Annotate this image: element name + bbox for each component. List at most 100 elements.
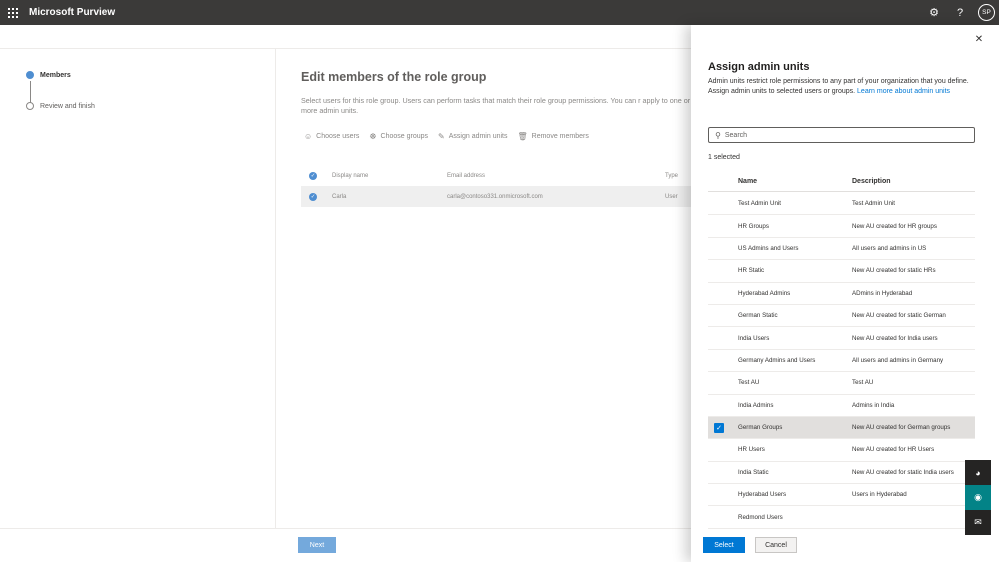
choose-users-button[interactable]: ☺ Choose users — [304, 132, 359, 141]
trash-icon: 🗑 — [517, 132, 528, 141]
admin-unit-name: HR Static — [738, 267, 765, 275]
admin-unit-description: New AU created for HR groups — [852, 222, 937, 230]
list-item[interactable]: India Static New AU created for static In… — [708, 462, 975, 485]
list-item[interactable]: Test Admin Unit Test Admin Unit — [708, 193, 975, 216]
footer-divider — [0, 528, 691, 529]
assign-admin-units-panel: ✕ Assign admin units Admin units restric… — [691, 25, 999, 562]
admin-unit-description: Test Admin Unit — [852, 200, 895, 208]
assign-admin-units-button[interactable]: ✎ Assign admin units — [438, 132, 507, 141]
column-type[interactable]: Type — [665, 168, 678, 184]
top-bar: Microsoft Purview ⚙ ? SP — [0, 0, 999, 25]
admin-unit-name: German Static — [738, 312, 778, 320]
admin-unit-description: ADmins in Hyderabad — [852, 289, 913, 297]
floating-actions: ◕ ◉ ✉ — [965, 460, 991, 535]
checkbox-checked-icon[interactable]: ✓ — [714, 422, 724, 433]
list-item[interactable]: HR Static New AU created for static HRs — [708, 260, 975, 283]
help-icon[interactable]: ? — [950, 3, 970, 23]
list-item[interactable]: Hyderabad Admins ADmins in Hyderabad — [708, 283, 975, 305]
admin-unit-name: India Users — [738, 334, 770, 342]
admin-unit-name: Redmond Users — [738, 513, 783, 521]
panel-description: Admin units restrict role permissions to… — [708, 77, 976, 96]
member-display-name: Carla — [332, 193, 347, 200]
page-description: Select users for this role group. Users … — [301, 96, 691, 115]
list-item[interactable]: India Users New AU created for India user… — [708, 327, 975, 350]
member-email: carla@contoso331.onmicrosoft.com — [447, 193, 543, 200]
admin-unit-description: New AU created for India users — [852, 334, 938, 342]
choose-users-label: Choose users — [316, 133, 360, 140]
step-inactive-dot — [26, 102, 34, 110]
step-review-and-finish[interactable]: Review and finish — [26, 102, 95, 110]
list-item[interactable]: Hyderabad Users Users in Hyderabad — [708, 484, 975, 507]
admin-unit-description: All users and admins in Germany — [852, 356, 944, 364]
admin-unit-name: India Admins — [738, 401, 774, 409]
edit-pencil-icon: ✎ — [438, 132, 445, 141]
person-icon: ☺ — [304, 132, 313, 141]
guide-icon[interactable]: ◉ — [965, 485, 991, 510]
admin-unit-name: Hyderabad Users — [738, 491, 787, 499]
list-item[interactable]: HR Groups New AU created for HR groups — [708, 215, 975, 238]
admin-unit-description: New AU created for static German — [852, 312, 946, 320]
close-icon[interactable]: ✕ — [973, 33, 985, 45]
admin-unit-description: New AU created for static HRs — [852, 267, 936, 275]
list-item[interactable]: Redmond Users — [708, 506, 975, 529]
column-email[interactable]: Email address — [447, 168, 485, 184]
remove-members-label: Remove members — [531, 133, 589, 140]
admin-unit-name: Hyderabad Admins — [738, 289, 791, 297]
member-type: User — [665, 193, 678, 200]
step-label: Members — [40, 71, 71, 79]
wizard-steps — [0, 48, 276, 528]
step-label: Review and finish — [40, 102, 95, 110]
list-item[interactable]: ✓ German Groups New AU created for German … — [708, 416, 975, 440]
list-item[interactable]: India Admins Admins in India — [708, 395, 975, 417]
assign-admin-units-label: Assign admin units — [448, 133, 508, 140]
learn-more-link[interactable]: Learn more about admin units — [857, 88, 950, 95]
list-item[interactable]: German Static New AU created for static G… — [708, 305, 975, 328]
check-icon: ✓ — [309, 192, 317, 201]
members-table-header: ✓ Display name Email address Type — [301, 168, 691, 184]
speedometer-icon[interactable]: ◕ — [965, 460, 991, 485]
panel-title: Assign admin units — [708, 61, 810, 73]
column-display-name[interactable]: Display name — [332, 168, 368, 184]
admin-unit-name: India Static — [738, 468, 769, 476]
feedback-chat-icon[interactable]: ✉ — [965, 510, 991, 535]
command-bar: ☺ Choose users ☸ Choose groups ✎ Assign … — [304, 132, 589, 141]
admin-unit-name: HR Users — [738, 446, 765, 454]
page-title: Edit members of the role group — [301, 70, 487, 84]
admin-unit-name: Germany Admins and Users — [738, 356, 816, 364]
admin-unit-description: New AU created for HR Users — [852, 446, 935, 454]
list-item[interactable]: US Admins and Users All users and admins … — [708, 238, 975, 261]
column-description[interactable]: Description — [852, 171, 891, 191]
cancel-button[interactable]: Cancel — [755, 537, 797, 553]
app-launcher-button[interactable] — [0, 0, 25, 25]
settings-gear-icon[interactable]: ⚙ — [924, 3, 944, 23]
list-item[interactable]: HR Users New AU created for HR Users — [708, 439, 975, 462]
waffle-icon — [7, 7, 18, 18]
step-members[interactable]: Members — [26, 71, 71, 79]
column-name[interactable]: Name — [738, 171, 757, 191]
selected-count: 1 selected — [708, 154, 740, 161]
admin-units-list: Test Admin Unit Test Admin Unit HR Groups N… — [708, 193, 975, 529]
admin-unit-name: HR Groups — [738, 222, 769, 230]
admin-unit-description: New AU created for German groups — [852, 424, 951, 432]
avatar[interactable]: SP — [978, 4, 995, 21]
search-placeholder: Search — [724, 131, 748, 139]
list-item[interactable]: Germany Admins and Users All users and ad… — [708, 350, 975, 373]
check-icon: ✓ — [309, 172, 317, 180]
search-input[interactable]: ⚲ Search — [708, 127, 975, 143]
search-icon: ⚲ — [715, 130, 721, 140]
app-title[interactable]: Microsoft Purview — [29, 7, 115, 18]
admin-unit-description: Test AU — [852, 379, 874, 387]
next-button[interactable]: Next — [298, 537, 336, 553]
list-item[interactable]: Test AU Test AU — [708, 372, 975, 395]
row-checkbox[interactable]: ✓ — [309, 186, 317, 207]
remove-members-button[interactable]: 🗑 Remove members — [518, 132, 589, 141]
select-button[interactable]: Select — [703, 537, 745, 553]
select-all-checkbox[interactable]: ✓ — [309, 168, 317, 184]
admin-unit-name: US Admins and Users — [738, 244, 799, 252]
admin-unit-description: Admins in India — [852, 401, 895, 409]
admin-unit-description: Users in Hyderabad — [852, 491, 907, 499]
choose-groups-button[interactable]: ☸ Choose groups — [369, 132, 428, 141]
table-row[interactable]: ✓ Carla carla@contoso331.onmicrosoft.com… — [301, 186, 691, 207]
admin-units-table-header: Name Description — [708, 171, 975, 192]
admin-unit-name: Test Admin Unit — [738, 200, 781, 208]
